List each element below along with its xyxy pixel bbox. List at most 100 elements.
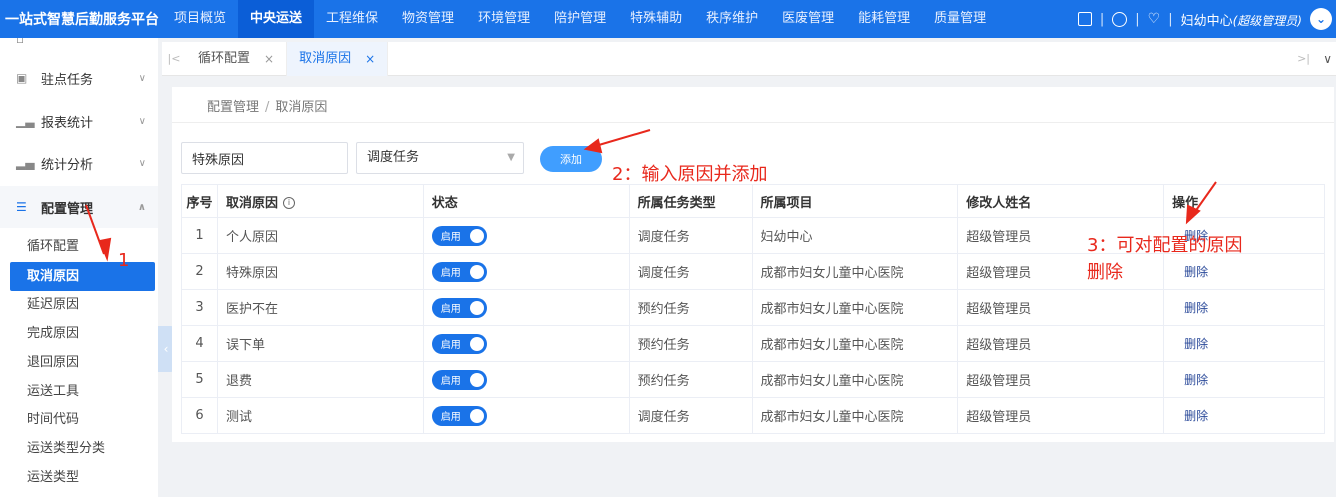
column-header-index: 序号 xyxy=(181,184,218,218)
cell-index: 1 xyxy=(181,217,218,254)
toggle-knob xyxy=(469,300,484,315)
dashboard-icon[interactable] xyxy=(1112,11,1128,27)
cell-status: 启用 xyxy=(422,397,630,434)
table-row: 2 特殊原因 启用 调度任务 成都市妇女儿童中心医院 超级管理员 删除 xyxy=(181,253,1325,290)
top-bar: 一站式智慧后勤服务平台 项目概览 中央运送 工程维保 物资管理 环境管理 陪护管理 特殊辅助… xyxy=(0,0,1336,38)
top-nav-item[interactable]: 陪护管理 xyxy=(542,0,618,38)
sidebar-item-transport-category[interactable]: 运送类型分类 xyxy=(10,434,155,463)
table-row: 6 测试 启用 调度任务 成都市妇女儿童中心医院 超级管理员 删除 xyxy=(181,397,1325,434)
sidebar-item-transport-tool[interactable]: 运送工具 xyxy=(10,377,155,406)
table-header-row: 序号 取消原因 i 状态 所属任务类型 所属项目 修改人姓名 操作 xyxy=(181,184,1325,218)
column-header-project: 所属项目 xyxy=(751,184,959,218)
annotation-step-3-line2: 删除 xyxy=(1087,262,1123,283)
status-toggle[interactable]: 启用 xyxy=(431,297,487,318)
status-toggle[interactable]: 启用 xyxy=(431,369,487,390)
delete-link[interactable]: 删除 xyxy=(1184,265,1208,279)
toggle-knob xyxy=(469,228,484,243)
status-label: 启用 xyxy=(440,268,461,279)
sidebar-group-station[interactable]: ▣ 驻点任务 ∨ xyxy=(0,57,158,99)
cell-status: 启用 xyxy=(422,253,630,290)
cell-project: 成都市妇女儿童中心医院 xyxy=(751,361,959,398)
sidebar-item-return-reason[interactable]: 退回原因 xyxy=(10,348,155,377)
tab-cycle-config[interactable]: 循环配置 × xyxy=(186,41,288,76)
delete-link[interactable]: 删除 xyxy=(1184,409,1208,423)
divider xyxy=(172,122,1334,123)
tabs-bar: |< 循环配置 × 取消原因 × >| ∨ xyxy=(162,41,1336,76)
sidebar-item-delay-reason[interactable]: 延迟原因 xyxy=(10,290,155,319)
top-nav-item[interactable]: 能耗管理 xyxy=(846,0,922,38)
status-toggle[interactable]: 启用 xyxy=(431,225,487,246)
reason-input[interactable] xyxy=(181,142,348,174)
tab-scroll-right-icon[interactable]: >| xyxy=(1297,42,1310,76)
sidebar-item-time-code[interactable]: 时间代码 xyxy=(10,405,155,434)
cell-project: 成都市妇女儿童中心医院 xyxy=(751,397,959,434)
sidebar-group-report[interactable]: ▁▃ 报表统计 ∨ xyxy=(0,100,158,142)
delete-link[interactable]: 删除 xyxy=(1184,301,1208,315)
add-button[interactable]: 添加 xyxy=(540,146,602,172)
cell-action: 删除 xyxy=(1163,397,1325,434)
user-menu-chevron-icon[interactable]: ⌄ xyxy=(1310,8,1332,30)
close-icon[interactable]: × xyxy=(264,42,274,76)
status-toggle[interactable]: 启用 xyxy=(431,405,487,426)
cell-project: 成都市妇女儿童中心医院 xyxy=(751,289,959,326)
column-header-task-type: 所属任务类型 xyxy=(628,184,753,218)
cell-action: 删除 xyxy=(1163,253,1325,290)
sidebar-group-config[interactable]: ☰ 配置管理 ∧ xyxy=(0,186,158,228)
column-header-action: 操作 xyxy=(1163,184,1325,218)
chevron-left-icon: ‹ xyxy=(163,342,169,356)
status-toggle[interactable]: 启用 xyxy=(431,333,487,354)
tab-scroll-left-icon[interactable]: |< xyxy=(162,52,186,65)
tab-dropdown-icon[interactable]: ∨ xyxy=(1323,42,1332,76)
sidebar-group-label: 统计分析 xyxy=(41,157,94,173)
sidebar-item-cancel-reason[interactable]: 取消原因 xyxy=(10,262,155,291)
cell-index: 6 xyxy=(181,397,218,434)
cell-reason: 误下单 xyxy=(216,325,424,362)
annotation-step-3-line1: 3：可对配置的原因 xyxy=(1087,235,1243,256)
user-role: (超级管理员) xyxy=(1232,13,1302,28)
cell-task-type: 调度任务 xyxy=(628,253,753,290)
top-nav-item[interactable]: 医废管理 xyxy=(770,0,846,38)
breadcrumb-separator: / xyxy=(265,100,270,115)
breadcrumb-parent[interactable]: 配置管理 xyxy=(207,100,259,115)
cell-task-type: 预约任务 xyxy=(628,289,753,326)
chevron-down-icon: ∨ xyxy=(138,115,146,127)
menu-icon: ▫ xyxy=(16,38,25,46)
cell-project: 成都市妇女儿童中心医院 xyxy=(751,325,959,362)
cell-task-type: 调度任务 xyxy=(628,397,753,434)
top-nav-item[interactable]: 项目概览 xyxy=(162,0,238,38)
top-nav-item[interactable]: 秩序维护 xyxy=(694,0,770,38)
top-nav-item[interactable]: 特殊辅助 xyxy=(618,0,694,38)
breadcrumb: 配置管理 / 取消原因 xyxy=(207,96,327,115)
bell-icon[interactable]: ♡ xyxy=(1148,11,1161,27)
separator: | xyxy=(1168,11,1173,27)
delete-link[interactable]: 删除 xyxy=(1184,337,1208,351)
user-info[interactable]: 妇幼中心(超级管理员) xyxy=(1181,10,1302,29)
sidebar-item-complete-reason[interactable]: 完成原因 xyxy=(10,319,155,348)
sidebar-group-analysis[interactable]: ▂▄ 统计分析 ∨ xyxy=(0,142,158,184)
top-nav-item[interactable]: 环境管理 xyxy=(466,0,542,38)
table-row: 5 退费 启用 预约任务 成都市妇女儿童中心医院 超级管理员 删除 xyxy=(181,361,1325,398)
task-type-select[interactable]: 调度任务 ▼ xyxy=(356,142,524,174)
top-nav-item[interactable]: 工程维保 xyxy=(314,0,390,38)
top-nav-item[interactable]: 中央运送 xyxy=(238,0,315,38)
cell-status: 启用 xyxy=(422,289,630,326)
delete-link[interactable]: 删除 xyxy=(1184,373,1208,387)
top-nav-item[interactable]: 物资管理 xyxy=(390,0,466,38)
toggle-knob xyxy=(469,408,484,423)
close-icon[interactable]: × xyxy=(365,42,375,76)
sidebar-item-cycle-config[interactable]: 循环配置 xyxy=(10,232,155,261)
tab-cancel-reason[interactable]: 取消原因 × xyxy=(287,41,389,76)
sidebar-item-transport-type[interactable]: 运送类型 xyxy=(10,463,155,492)
column-header-label: 取消原因 xyxy=(225,195,278,211)
info-icon[interactable]: i xyxy=(282,197,295,209)
toggle-knob xyxy=(469,264,484,279)
cell-project: 成都市妇女儿童中心医院 xyxy=(751,253,959,290)
content-card: 配置管理 / 取消原因 调度任务 ▼ 添加 序号 取消原因 i 状态 所属任务类型 所… xyxy=(172,87,1334,442)
status-label: 启用 xyxy=(440,340,461,351)
cell-project: 妇幼中心 xyxy=(751,217,959,254)
table-row: 3 医护不在 启用 预约任务 成都市妇女儿童中心医院 超级管理员 删除 xyxy=(181,289,1325,326)
status-toggle[interactable]: 启用 xyxy=(431,261,487,282)
top-nav-item[interactable]: 质量管理 xyxy=(922,0,998,38)
chart-icon[interactable] xyxy=(1077,12,1092,26)
top-nav: 项目概览 中央运送 工程维保 物资管理 环境管理 陪护管理 特殊辅助 秩序维护 医废管理 能耗管理… xyxy=(162,0,998,38)
